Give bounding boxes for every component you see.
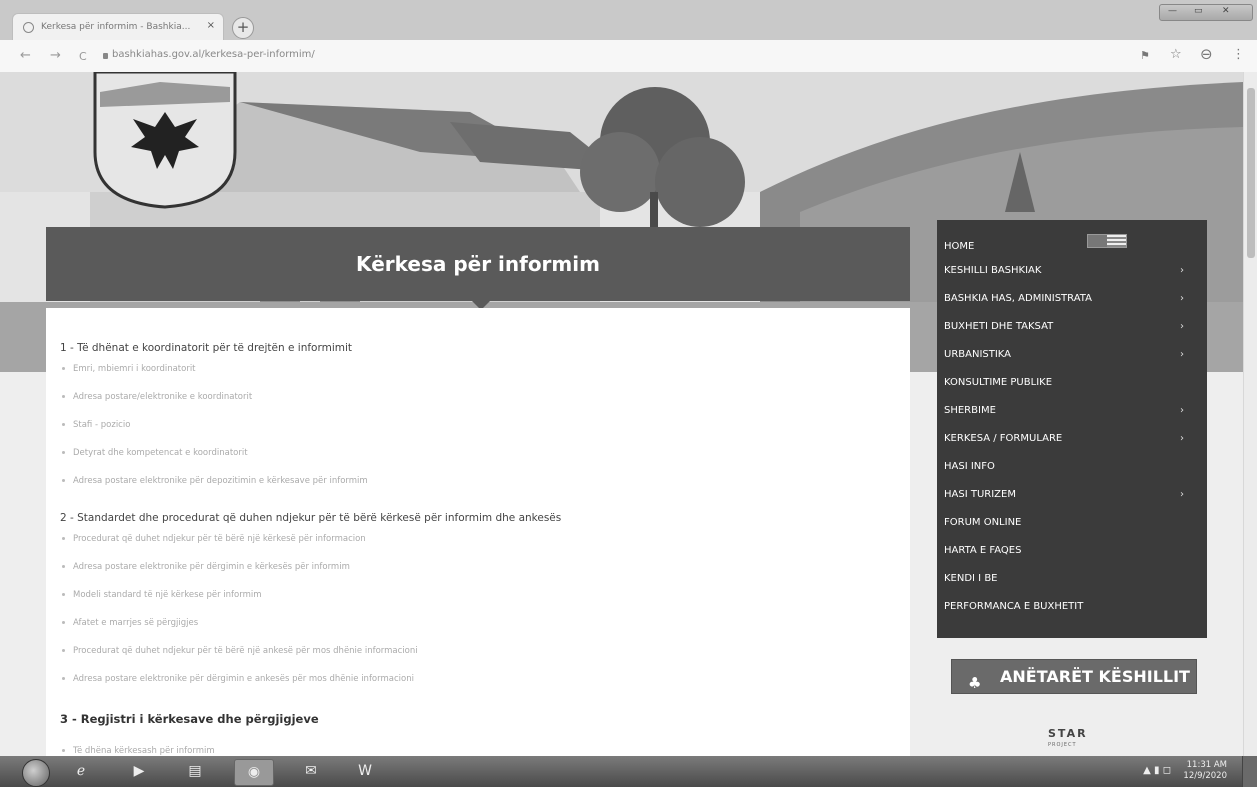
menu-item-konsultime[interactable]: KONSULTIME PUBLIKE [944,371,1199,395]
menu-item-performanca[interactable]: PERFORMANCA E BUXHETIT [944,595,1199,619]
scrollbar-thumb[interactable] [1247,88,1255,258]
chevron-right-icon: › [1180,265,1184,276]
council-members-button[interactable]: ♣ ANËTARËT KËSHILLIT [951,659,1197,694]
file-explorer-icon[interactable]: ▤ [176,759,214,784]
bullet-icon [62,395,65,398]
bullet-icon [62,537,65,540]
star-project-subtitle: PROJECT [1048,742,1077,748]
menu-item-forum[interactable]: FORUM ONLINE [944,511,1199,535]
tab-title: Kerkesa për informim - Bashkia... [41,22,191,32]
start-button[interactable] [22,759,50,787]
browser-tab-bar: Kerkesa për informim - Bashkia... × + — … [0,0,1257,41]
section-heading-1: 1 - Të dhënat e koordinatorit për të dre… [60,342,353,354]
menu-item-sherbime[interactable]: SHERBIME › [944,399,1199,423]
media-player-icon[interactable]: ▶ [120,759,158,784]
forward-button[interactable]: → [50,48,61,63]
list-item[interactable]: Procedurat që duhet ndjekur për të bërë … [62,534,366,544]
word-icon[interactable]: W [346,759,384,784]
section-heading-3: 3 - Regjistri i kërkesave dhe përgjigjev… [60,712,319,726]
bullet-icon [62,451,65,454]
menu-item-kendi-be[interactable]: KENDI I BE [944,567,1199,591]
clock-date: 12/9/2020 [1183,771,1227,781]
url-field[interactable]: bashkiahas.gov.al/kerkesa-per-informim/ [112,49,315,60]
menu-item-hasi-turizem[interactable]: HASI TURIZEM › [944,483,1199,507]
reload-button[interactable]: C [79,50,87,63]
list-item[interactable]: Adresa postare elektronike për depozitim… [62,476,368,486]
windows-taskbar: ℯ ▶ ▤ ◉ ✉ W ▲ ▮ ◻ 11:31 AM 12/9/2020 [0,756,1257,787]
clock[interactable]: 11:31 AM 12/9/2020 [1183,760,1227,782]
system-tray[interactable]: ▲ ▮ ◻ [1143,765,1171,776]
section-heading-2: 2 - Standardet dhe procedurat që duhen n… [60,512,562,524]
bullet-icon [62,593,65,596]
bullet-icon [62,621,65,624]
browser-tab[interactable]: Kerkesa për informim - Bashkia... × [12,13,224,41]
list-item[interactable]: Adresa postare elektronike për dërgimin … [62,562,350,572]
menu-item-hasi-info[interactable]: HASI INFO [944,455,1199,479]
minimize-icon[interactable]: — [1168,6,1177,16]
council-members-label: ANËTARËT KËSHILLIT [1000,667,1190,686]
menu-kebab-icon[interactable]: ⋮ [1232,47,1245,62]
bullet-icon [62,423,65,426]
main-content: 1 - Të dhënat e koordinatorit për të dre… [46,308,910,756]
chevron-right-icon: › [1180,489,1184,500]
bookmark-star-icon[interactable]: ☆ [1170,47,1182,62]
bullet-icon [62,649,65,652]
close-window-icon[interactable]: ✕ [1222,6,1230,16]
back-button[interactable]: ← [20,48,31,63]
menu-item-kerkesa[interactable]: KERKESA / FORMULARE › [944,427,1199,451]
list-item[interactable]: Adresa postare elektronike për dërgimin … [62,674,414,684]
page-title: Kërkesa për informim [356,252,600,276]
chevron-right-icon: › [1180,405,1184,416]
bullet-icon [62,367,65,370]
lock-icon[interactable] [103,53,108,59]
chevron-right-icon: › [1180,349,1184,360]
new-tab-button[interactable]: + [232,17,254,39]
show-desktop-button[interactable] [1242,756,1257,787]
window-controls[interactable]: — ▭ ✕ [1159,4,1253,21]
outlook-icon[interactable]: ✉ [292,759,330,784]
bullet-icon [62,677,65,680]
internet-explorer-icon[interactable]: ℯ [62,759,100,784]
profile-icon[interactable]: ⊖ [1200,45,1213,63]
list-item[interactable]: Modeli standard të një kërkese për infor… [62,590,262,600]
bullet-icon [62,749,65,752]
menu-item-buxheti[interactable]: BUXHETI DHE TAKSAT › [944,315,1199,339]
bullet-icon [62,479,65,482]
tab-close-button[interactable]: × [207,20,215,31]
menu-item-administrata[interactable]: BASHKIA HAS, ADMINISTRATA › [944,287,1199,311]
star-project-logo[interactable]: STAR [1048,727,1088,740]
globe-icon [23,22,34,33]
chevron-right-icon: › [1180,321,1184,332]
people-icon: ♣ [968,674,982,692]
translate-icon[interactable]: ⚑ [1140,49,1150,62]
chrome-icon[interactable]: ◉ [234,759,274,786]
list-item[interactable]: Emri, mbiemri i koordinatorit [62,364,196,374]
list-item[interactable]: Afatet e marrjes së përgjigjes [62,618,198,628]
web-page: Kërkesa për informim 1 - Të dhënat e koo… [0,72,1243,756]
menu-item-urbanistika[interactable]: URBANISTIKA › [944,343,1199,367]
clock-time: 11:31 AM [1186,760,1227,770]
menu-item-home[interactable]: HOME [944,235,1199,259]
bullet-icon [62,565,65,568]
address-bar: ← → C bashkiahas.gov.al/kerkesa-per-info… [0,40,1257,73]
vertical-scrollbar[interactable] [1243,72,1257,756]
menu-item-harta[interactable]: HARTA E FAQES [944,539,1199,563]
list-item[interactable]: Detyrat dhe kompetencat e koordinatorit [62,448,248,458]
chevron-right-icon: › [1180,293,1184,304]
menu-item-keshilli-bashkiak[interactable]: KESHILLI BASHKIAK › [944,259,1199,283]
maximize-icon[interactable]: ▭ [1194,6,1203,16]
list-item[interactable]: Stafi - pozicio [62,420,130,430]
chevron-right-icon: › [1180,433,1184,444]
list-item[interactable]: Procedurat që duhet ndjekur për të bërë … [62,646,418,656]
list-item[interactable]: Adresa postare/elektronike e koordinator… [62,392,252,402]
title-banner: Kërkesa për informim [46,227,910,301]
list-item[interactable]: Të dhëna kërkesash për informim [62,746,215,756]
